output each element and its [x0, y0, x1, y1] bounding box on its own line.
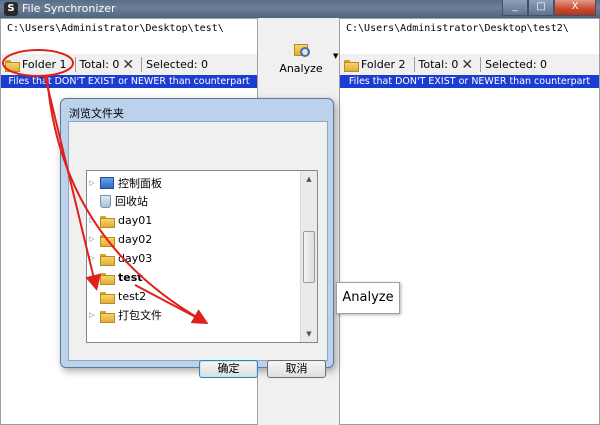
separator: [74, 57, 76, 72]
control-panel-icon: [100, 177, 114, 189]
right-path: C:\Users\Administrator\Desktop\test2\: [346, 23, 569, 34]
folder-1-button[interactable]: Folder 1: [1, 58, 71, 72]
tree-item-selected[interactable]: test: [87, 268, 302, 286]
left-selected: Selected: 0: [146, 58, 209, 71]
analyze-label: Analyze: [279, 62, 323, 75]
folder-icon: [100, 291, 115, 304]
separator: [480, 57, 482, 72]
expand-arrow-icon[interactable]: ▷: [87, 235, 97, 243]
window-controls: _ □ X: [502, 0, 596, 16]
tree-item-label: 回收站: [115, 195, 148, 208]
folder-icon: [100, 234, 115, 247]
expand-arrow-icon[interactable]: ▷: [87, 179, 97, 187]
close-button[interactable]: X: [554, 0, 596, 16]
dialog-body: ▷ 控制面板 回收站 ▷ day01 ▷ day02 ▷ day03 test …: [68, 121, 328, 378]
left-total: Total: 0: [79, 58, 120, 71]
tree-item[interactable]: ▷ day02: [87, 230, 302, 248]
separator: [413, 57, 415, 72]
app-icon: S: [4, 2, 18, 16]
maximize-button[interactable]: □: [528, 0, 554, 16]
dialog-title: 浏览文件夹: [69, 107, 124, 120]
folder-icon: [100, 310, 115, 323]
tree-item[interactable]: ▷ 打包文件: [87, 306, 302, 324]
folder-1-label: Folder 1: [22, 58, 67, 71]
clear-icon[interactable]: ✕: [458, 57, 476, 73]
expand-arrow-icon[interactable]: ▷: [87, 311, 97, 319]
chevron-down-icon[interactable]: ▼: [333, 52, 338, 60]
tree-item[interactable]: 回收站: [87, 192, 302, 210]
open-folder-icon: [344, 59, 359, 72]
tree-item-label: test: [118, 270, 143, 284]
tree-item-label: 打包文件: [118, 309, 162, 322]
tree-item-label: day02: [118, 232, 153, 246]
analyze-button[interactable]: Analyze: [268, 34, 334, 90]
tree-item[interactable]: test2: [87, 287, 302, 305]
tree-item[interactable]: ▷ day03: [87, 249, 302, 267]
tree-item-label: day01: [118, 213, 153, 227]
right-filter-bar[interactable]: Files that DON'T EXIST or NEWER than cou…: [340, 75, 599, 88]
ok-button[interactable]: 确定: [199, 360, 258, 378]
right-folder-bar: Folder 2 Total: 0 ✕ Selected: 0: [340, 54, 599, 75]
minimize-button[interactable]: _: [502, 0, 528, 16]
scroll-down-icon[interactable]: ▼: [301, 326, 317, 342]
scroll-up-icon[interactable]: ▲: [301, 171, 317, 187]
folder-icon: [100, 253, 115, 266]
browse-folder-dialog: 浏览文件夹 ▷ 控制面板 回收站 ▷ day01 ▷ day02 ▷ day03…: [60, 98, 334, 378]
right-total: Total: 0: [418, 58, 459, 71]
folder-icon: [100, 272, 115, 285]
right-file-panel[interactable]: C:\Users\Administrator\Desktop\test2\ Fo…: [339, 18, 600, 425]
expand-arrow-icon[interactable]: ▷: [87, 216, 97, 224]
tree-scrollbar[interactable]: ▲ ▼: [300, 171, 317, 342]
expand-arrow-icon[interactable]: ▷: [87, 254, 97, 262]
window-title: File Synchronizer: [22, 2, 116, 15]
tree-item-label: test2: [118, 289, 147, 303]
separator: [141, 57, 143, 72]
analyze-tooltip: Analyze: [336, 282, 400, 314]
clear-icon[interactable]: ✕: [119, 57, 137, 73]
scroll-thumb[interactable]: [303, 231, 315, 283]
folder-icon: [100, 215, 115, 228]
left-folder-bar: Folder 1 Total: 0 ✕ Selected: 0: [1, 54, 257, 75]
left-filter-bar[interactable]: Files that DON'T EXIST or NEWER than cou…: [1, 75, 257, 88]
folder-2-label: Folder 2: [361, 58, 406, 71]
tree-item-label: day03: [118, 251, 153, 265]
cancel-button[interactable]: 取消: [267, 360, 326, 378]
tree-item[interactable]: ▷ day01: [87, 211, 302, 229]
analyze-icon: [294, 42, 310, 57]
tree-item-label: 控制面板: [118, 177, 162, 190]
tree-item[interactable]: ▷ 控制面板: [87, 174, 302, 192]
left-path: C:\Users\Administrator\Desktop\test\: [7, 23, 224, 34]
title-bar: S File Synchronizer _ □ X: [0, 0, 600, 18]
folder-tree[interactable]: ▷ 控制面板 回收站 ▷ day01 ▷ day02 ▷ day03 test …: [86, 170, 318, 343]
right-selected: Selected: 0: [485, 58, 548, 71]
recycle-bin-icon: [100, 194, 111, 208]
open-folder-icon: [5, 59, 20, 72]
folder-2-button[interactable]: Folder 2: [340, 58, 410, 72]
